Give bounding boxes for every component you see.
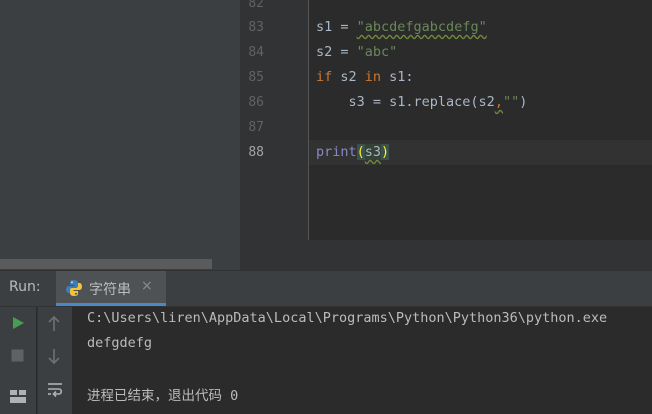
line-number: 84 xyxy=(248,45,264,60)
line-number: 85 xyxy=(248,70,264,85)
code-line: s2 = "abc" xyxy=(316,44,398,60)
run-panel-header: Run: 字符串 × xyxy=(0,271,652,307)
arrow-down-icon[interactable] xyxy=(47,348,61,364)
python-icon xyxy=(66,280,82,296)
console-output-line: defgdefg xyxy=(87,335,153,351)
horizontal-scrollbar[interactable] xyxy=(0,259,212,269)
stop-icon[interactable] xyxy=(11,349,24,362)
line-number: 87 xyxy=(248,120,264,135)
console-command-line: C:\Users\liren\AppData\Local\Programs\Py… xyxy=(87,310,608,326)
arrow-up-icon[interactable] xyxy=(47,316,61,332)
code-line: s1 = "abcdefgabcdefg" xyxy=(316,19,487,35)
line-number: 86 xyxy=(248,95,264,110)
editor-bottom-area xyxy=(240,240,652,270)
line-number-current: 88 xyxy=(248,145,264,160)
run-icon[interactable] xyxy=(11,316,25,330)
code-line: if s2 in s1: xyxy=(316,69,414,85)
line-number: 82 xyxy=(248,0,264,11)
code-line-current: print(s3) xyxy=(316,144,390,160)
gutter-separator xyxy=(308,0,309,240)
soft-wrap-icon[interactable] xyxy=(46,380,64,398)
project-pane xyxy=(0,0,240,270)
console-exit-message: 进程已结束，退出代码 0 xyxy=(87,388,239,404)
close-icon[interactable]: × xyxy=(141,278,153,294)
layout-icon[interactable] xyxy=(9,387,27,405)
tab-title: 字符串 xyxy=(89,282,131,298)
line-number: 83 xyxy=(248,20,264,35)
console-toolbar xyxy=(37,307,72,414)
run-tab[interactable]: 字符串 × xyxy=(56,271,166,306)
run-toolbar xyxy=(0,307,36,414)
run-label: Run: xyxy=(9,279,41,295)
code-line: s3 = s1.replace(s2,"") xyxy=(348,94,528,110)
